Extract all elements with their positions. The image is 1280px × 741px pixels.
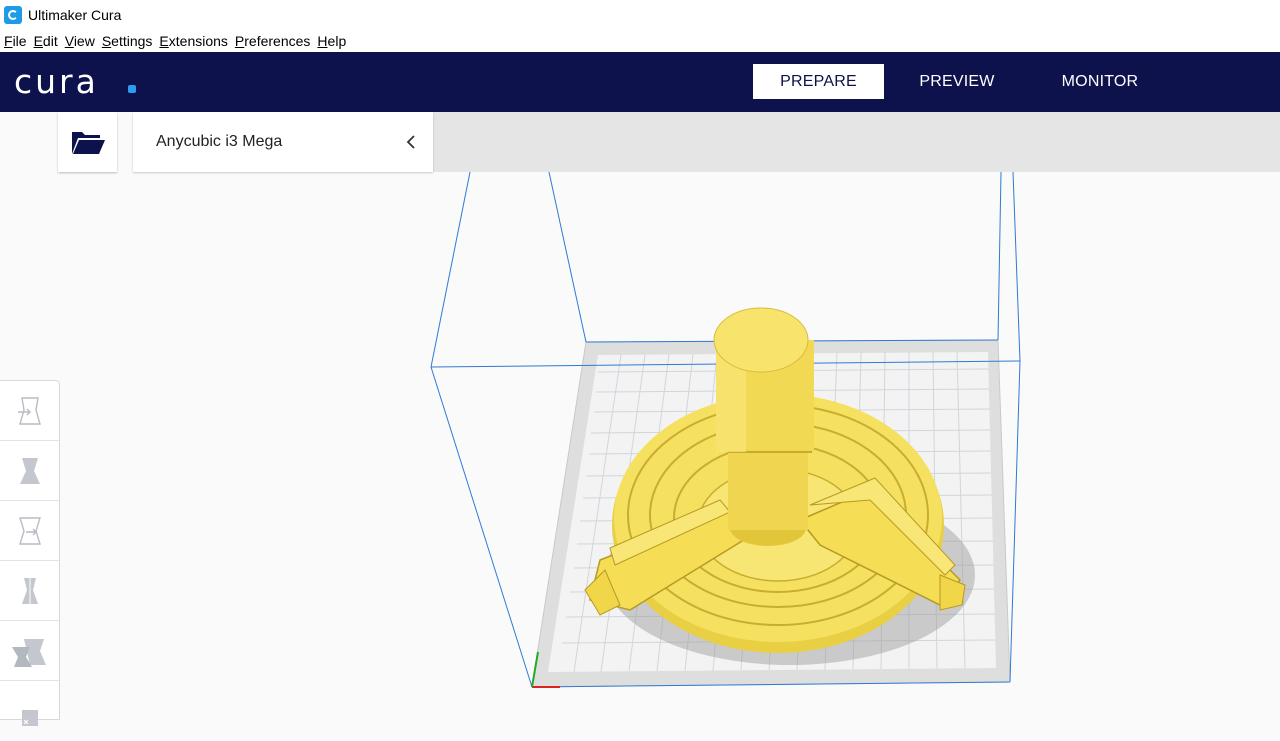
menubar: File Edit View Settings Extensions Prefe… (0, 30, 1280, 52)
mirror-tool-icon (21, 577, 38, 604)
cura-app-icon (4, 6, 22, 24)
stage-tabs: PREPARE PREVIEW MONITOR (753, 64, 1170, 99)
window-title: Ultimaker Cura (28, 7, 122, 23)
support-blocker-icon (21, 710, 38, 726)
menu-extensions[interactable]: Extensions (155, 33, 231, 49)
folder-open-icon (71, 132, 105, 154)
per-model-settings-icon (11, 638, 46, 667)
printer-name: Anycubic i3 Mega (156, 133, 283, 150)
support-blocker-button[interactable] (0, 681, 59, 741)
scale-tool-icon (19, 457, 40, 484)
cura-logo: cura (14, 62, 138, 102)
printer-selector[interactable]: Anycubic i3 Mega (133, 112, 433, 172)
menu-view[interactable]: View (61, 33, 98, 49)
scale-tool-button[interactable] (0, 441, 59, 501)
per-model-settings-button[interactable] (0, 621, 59, 681)
menu-file[interactable]: File (0, 33, 30, 49)
menu-preferences[interactable]: Preferences (231, 33, 314, 49)
move-tool-icon (17, 396, 41, 425)
tool-panel (0, 380, 60, 726)
tab-prepare[interactable]: PREPARE (753, 64, 884, 99)
menu-settings[interactable]: Settings (98, 33, 156, 49)
chevron-left-icon[interactable] (406, 134, 416, 150)
window-titlebar: Ultimaker Cura (0, 0, 1280, 30)
move-tool-button[interactable] (0, 381, 59, 441)
menu-help[interactable]: Help (313, 33, 349, 49)
tab-preview[interactable]: PREVIEW (884, 64, 1030, 99)
app-header: cura PREPARE PREVIEW MONITOR (0, 52, 1280, 112)
3d-viewport[interactable] (0, 171, 1280, 720)
tab-monitor[interactable]: MONITOR (1030, 64, 1170, 99)
menu-edit[interactable]: Edit (30, 33, 61, 49)
mirror-tool-button[interactable] (0, 561, 59, 621)
svg-text:cura: cura (14, 67, 99, 97)
rotate-tool-button[interactable] (0, 501, 59, 561)
rotate-tool-icon (18, 516, 41, 545)
open-file-button[interactable] (58, 112, 117, 172)
print-settings-strip (433, 112, 1280, 172)
